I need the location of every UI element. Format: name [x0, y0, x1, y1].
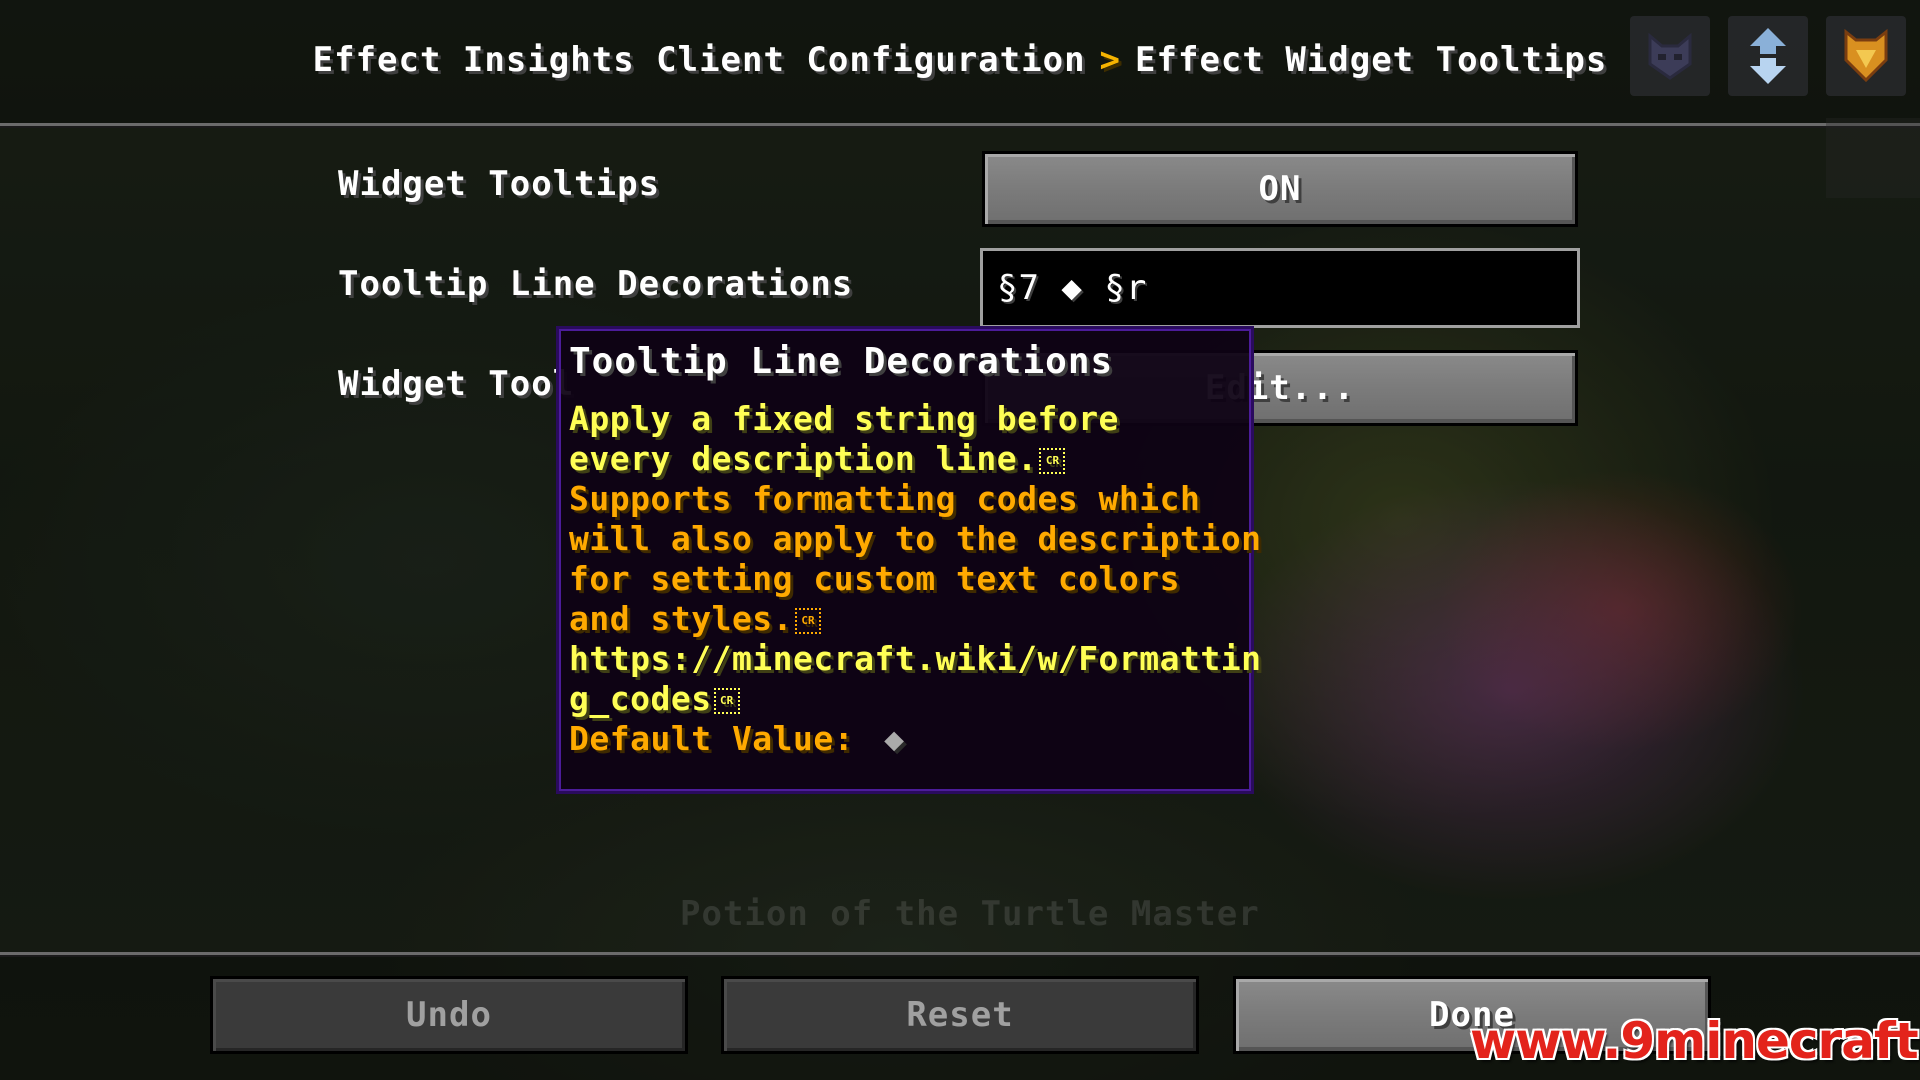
widget-tooltips-toggle[interactable]: ON	[982, 151, 1578, 227]
tooltip-line-decorations-label: Tooltip Line Decorations	[338, 264, 854, 304]
tooltip-line: for setting custom text colors	[569, 559, 1241, 599]
widget-tooltips-label: Widget Tooltips	[338, 164, 661, 204]
breadcrumb-separator: >	[1099, 40, 1122, 80]
tooltip-line-text: Supports formatting codes which	[569, 479, 1201, 518]
tooltip-line-text: Apply a fixed string before	[569, 399, 1119, 438]
reset-button[interactable]: Reset	[721, 976, 1199, 1054]
config-screen: Effect Insights Client Configuration > Eff…	[0, 0, 1920, 1080]
tooltip-line-text: and styles.	[569, 599, 794, 638]
breadcrumb-parent[interactable]: Effect Insights Client Configuration	[313, 40, 1086, 80]
tooltip-line-text: for setting custom text colors	[569, 559, 1181, 598]
carriage-return-icon: CR	[795, 607, 822, 634]
tooltip-line: Supports formatting codes which	[569, 479, 1241, 519]
default-value: ◆	[884, 719, 905, 758]
widget-tooltip-lines-label: Widget Tool	[338, 364, 575, 404]
shield-fox-icon	[1844, 28, 1888, 83]
tooltip-line-decorations-input[interactable]: §7 ◆ §r	[980, 248, 1580, 328]
breadcrumb-current: Effect Widget Tooltips	[1135, 40, 1608, 80]
double-arrow-icon	[1750, 28, 1786, 84]
tooltip-line-text: g_codes	[569, 679, 712, 718]
side-panel	[1826, 118, 1920, 198]
tooltip-line: and styles. CR	[569, 599, 1241, 639]
tooltip-line-text: every description line.	[569, 439, 1038, 478]
tooltip-line-text: will also apply to the description	[569, 519, 1262, 558]
background-item-name: Potion of the Turtle Master	[680, 894, 1260, 934]
tooltip-line: every description line. CR	[569, 439, 1241, 479]
tooltip-line-decorations-value: §7 ◆ §r	[997, 268, 1148, 308]
watermark: www.9minecraft.net	[1470, 1012, 1920, 1070]
tooltip-line: Apply a fixed string before	[569, 399, 1241, 439]
tooltip-popup: Tooltip Line Decorations Apply a fixed s…	[556, 326, 1261, 794]
carriage-return-icon: CR	[1039, 447, 1066, 474]
tooltip-line-text: https://minecraft.wiki/w/Formattin	[569, 639, 1262, 678]
cat-mask-icon	[1648, 32, 1692, 80]
header-divider-shadow	[0, 126, 1920, 128]
tooltip-title: Tooltip Line Decorations	[569, 341, 1114, 382]
tooltip-line: will also apply to the description	[569, 519, 1261, 559]
undo-label: Undo	[406, 995, 492, 1035]
undo-button[interactable]: Undo	[210, 976, 688, 1054]
cat-mask-button[interactable]	[1630, 16, 1710, 96]
tooltip-default-row: Default Value: ◆	[569, 719, 1241, 759]
shield-fox-button[interactable]	[1826, 16, 1906, 96]
toggle-arrows-button[interactable]	[1728, 16, 1808, 96]
default-value-label: Default Value:	[569, 719, 855, 758]
widget-tooltips-value: ON	[1258, 169, 1302, 209]
tooltip-line: g_codes CR	[569, 679, 1241, 719]
reset-label: Reset	[906, 995, 1014, 1035]
tooltip-line: https://minecraft.wiki/w/Formattin	[569, 639, 1261, 679]
carriage-return-icon: CR	[713, 687, 740, 714]
tooltip-description: Apply a fixed string before every descrip…	[569, 399, 1261, 719]
